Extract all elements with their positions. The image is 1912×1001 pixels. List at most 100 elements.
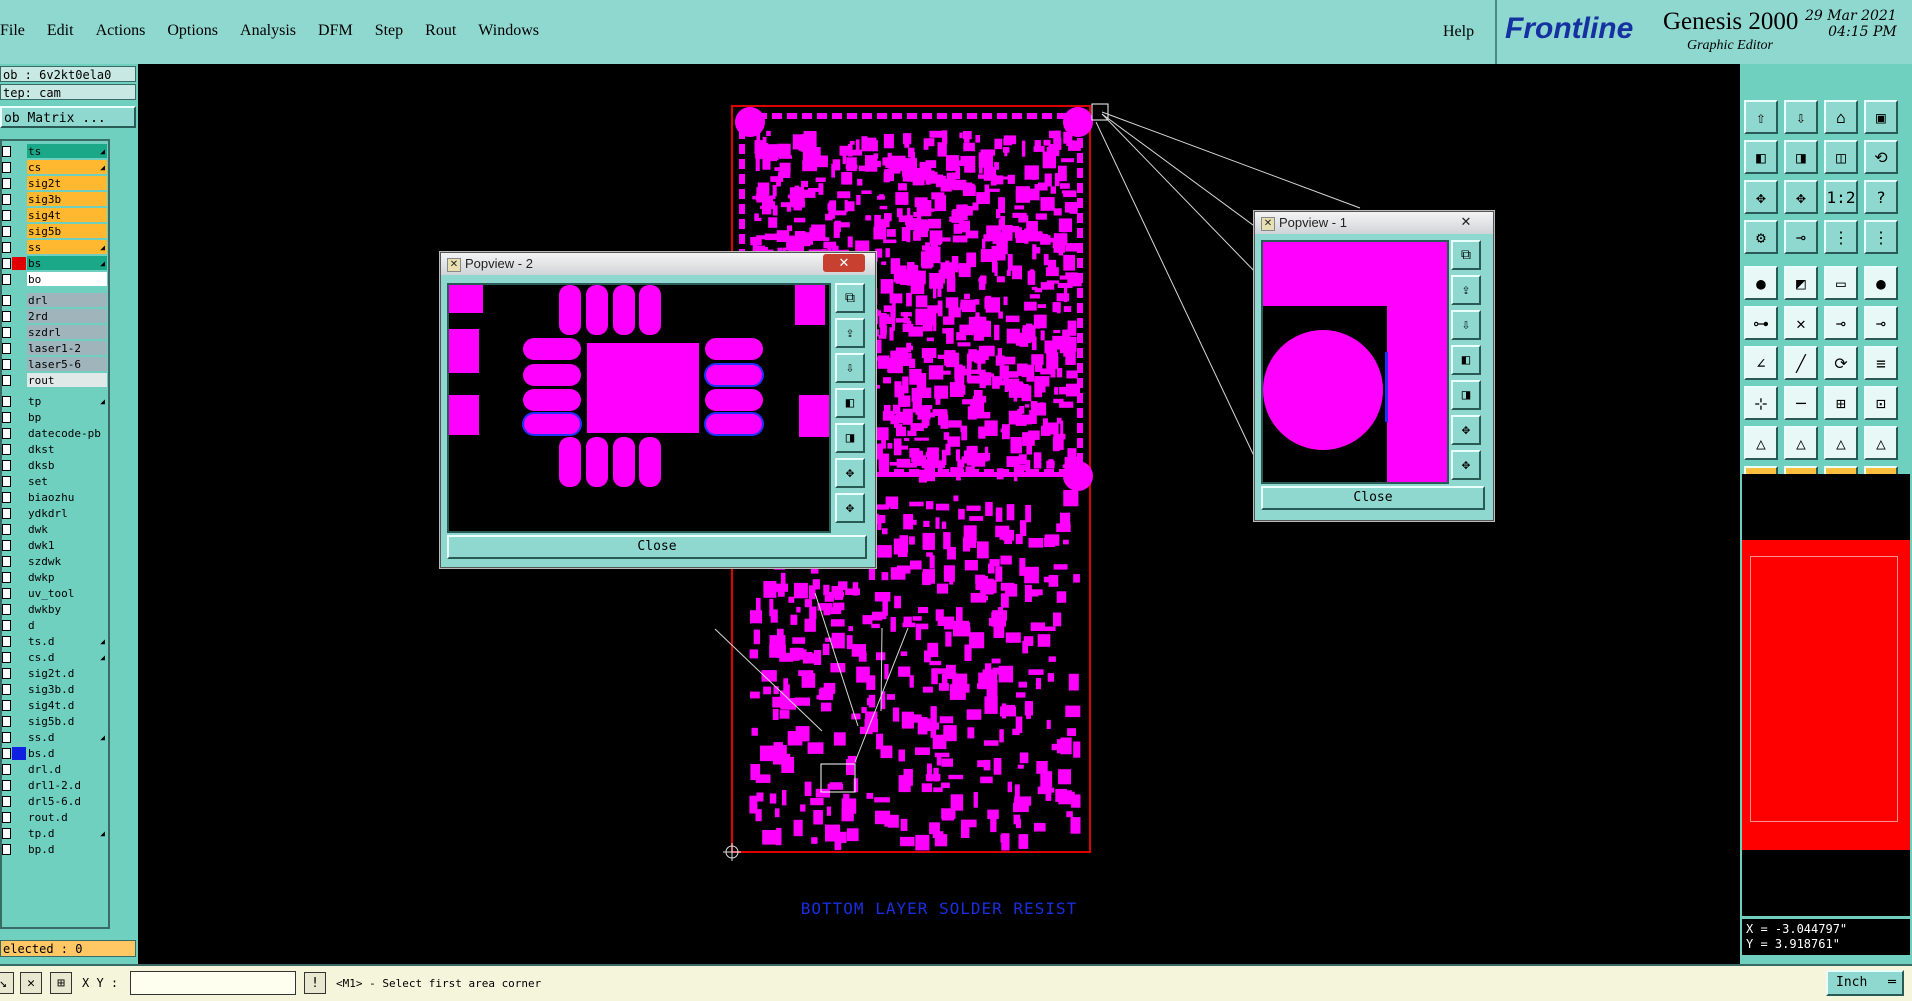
layer-row-sig2t.d[interactable]: sig2t.d <box>2 666 108 681</box>
zoom-fit-icon[interactable]: ✥ <box>1744 180 1778 214</box>
layer-checkbox[interactable] <box>2 764 11 775</box>
filter-icon[interactable]: ≡ <box>1864 346 1898 380</box>
house-icon[interactable]: ⌂ <box>1824 100 1858 134</box>
layer-name[interactable]: cs.d ◢ <box>27 650 107 664</box>
layer-checkbox[interactable] <box>2 295 11 306</box>
layer-color-swatch[interactable] <box>12 193 26 206</box>
layer-checkbox[interactable] <box>2 178 11 189</box>
menu-rout[interactable]: Rout <box>425 22 456 40</box>
layer-color-swatch[interactable] <box>12 358 26 371</box>
layer-row-ts[interactable]: ts ◢ <box>2 144 108 159</box>
layer-row-sig2t[interactable]: sig2t <box>2 176 108 191</box>
layer-name[interactable]: laser5-6 <box>27 357 107 371</box>
layer-checkbox[interactable] <box>2 620 11 631</box>
popview-1-window[interactable]: ✕ Popview - 1 ✕ ⧉ ⇪ ⇩ ◧ ◨ ✥ ✥ Close <box>1254 211 1494 521</box>
layers-a-icon[interactable]: ⋮ <box>1824 220 1858 254</box>
layer-checkbox[interactable] <box>2 476 11 487</box>
layer-name[interactable]: dwkby <box>27 602 107 616</box>
layer-color-swatch[interactable] <box>12 294 26 307</box>
layer-checkbox[interactable] <box>2 540 11 551</box>
layer-checkbox[interactable] <box>2 210 11 221</box>
layer-name[interactable]: dkst <box>27 442 107 456</box>
layer-row-tp[interactable]: tp ◢ <box>2 394 108 409</box>
layer-color-swatch[interactable] <box>12 779 26 792</box>
layer-row-ydkdrl[interactable]: ydkdrl <box>2 506 108 521</box>
layer-checkbox[interactable] <box>2 844 11 855</box>
layer-color-swatch[interactable] <box>12 491 26 504</box>
layer-name[interactable]: bs.d <box>27 746 107 760</box>
layer-name[interactable]: biaozhu <box>27 490 107 504</box>
layer-name[interactable]: sig4t <box>27 208 107 222</box>
layer-row-drl[interactable]: drl <box>2 293 108 308</box>
layer-color-swatch[interactable] <box>12 177 26 190</box>
layer-checkbox[interactable] <box>2 668 11 679</box>
layer-color-swatch[interactable] <box>12 475 26 488</box>
layer-name[interactable]: dwkp <box>27 570 107 584</box>
layer-color-swatch[interactable] <box>12 310 26 323</box>
layer-row-drl5-6.d[interactable]: drl5-6.d <box>2 794 108 809</box>
layer-color-swatch[interactable] <box>12 795 26 808</box>
layer-name[interactable]: bp <box>27 410 107 424</box>
tri-b-icon[interactable]: △ <box>1784 426 1818 460</box>
menu-windows[interactable]: Windows <box>478 22 539 40</box>
layer-color-swatch[interactable] <box>12 209 26 222</box>
layer-color-swatch[interactable] <box>12 667 26 680</box>
settings-icon[interactable]: ⚙ <box>1744 220 1778 254</box>
layer-checkbox[interactable] <box>2 748 11 759</box>
home-icon[interactable]: ⇧ <box>1744 100 1778 134</box>
window-icon[interactable]: ▣ <box>1864 100 1898 134</box>
overview-map[interactable] <box>1742 540 1910 850</box>
layer-checkbox[interactable] <box>2 588 11 599</box>
layer-checkbox[interactable] <box>2 242 11 253</box>
layer-row-bp[interactable]: bp <box>2 410 108 425</box>
layer-row-dksb[interactable]: dksb <box>2 458 108 473</box>
layer-row-sig5b[interactable]: sig5b <box>2 224 108 239</box>
layer-checkbox[interactable] <box>2 359 11 370</box>
layer-row-bp.d[interactable]: bp.d <box>2 842 108 857</box>
layer-name[interactable]: drl5-6.d <box>27 794 107 808</box>
up-icon[interactable]: ⇪ <box>835 318 865 348</box>
layer-name[interactable]: sig3b <box>27 192 107 206</box>
layer-row-rout.d[interactable]: rout.d <box>2 810 108 825</box>
layer-name[interactable]: bs ◢ <box>27 256 107 270</box>
alert-icon[interactable]: ! <box>304 972 326 994</box>
layer-row-bs[interactable]: bs ◢ <box>2 256 108 271</box>
pan-icon[interactable]: ✥ <box>1451 450 1481 480</box>
layer-row-sig4t[interactable]: sig4t <box>2 208 108 223</box>
layer-color-swatch[interactable] <box>12 747 26 760</box>
menu-actions[interactable]: Actions <box>96 22 146 40</box>
pan-icon[interactable]: ✥ <box>1784 180 1818 214</box>
layer-color-swatch[interactable] <box>12 342 26 355</box>
pad-icon[interactable]: ● <box>1744 266 1778 300</box>
xy-input[interactable] <box>130 971 296 995</box>
layer-checkbox[interactable] <box>2 508 11 519</box>
frame-icon[interactable]: ⊡ <box>1864 386 1898 420</box>
menu-analysis[interactable]: Analysis <box>240 22 296 40</box>
table-icon[interactable]: ⊞ <box>1824 386 1858 420</box>
slash-icon[interactable]: ╱ <box>1784 346 1818 380</box>
layer-name[interactable]: drl1-2.d <box>27 778 107 792</box>
layer-row-cs[interactable]: cs ◢ <box>2 160 108 175</box>
layer-name[interactable]: datecode-pb <box>27 426 107 440</box>
link2-icon[interactable]: ⊸ <box>1864 306 1898 340</box>
layer-color-swatch[interactable] <box>12 257 26 270</box>
layer-checkbox[interactable] <box>2 556 11 567</box>
layer-name[interactable]: drl <box>27 293 107 307</box>
layer-color-swatch[interactable] <box>12 427 26 440</box>
cross-icon[interactable]: ⊹ <box>1744 386 1778 420</box>
up-icon[interactable]: ⇪ <box>1451 275 1481 305</box>
layer-checkbox[interactable] <box>2 524 11 535</box>
units-select[interactable]: Inch ═ <box>1826 970 1904 996</box>
layer-name[interactable]: tp.d ◢ <box>27 826 107 840</box>
layer-name[interactable]: dksb <box>27 458 107 472</box>
move-left-icon[interactable]: ◧ <box>1744 140 1778 174</box>
layer-color-swatch[interactable] <box>12 225 26 238</box>
layer-checkbox[interactable] <box>2 327 11 338</box>
layer-color-swatch[interactable] <box>12 523 26 536</box>
layer-row-dwk[interactable]: dwk <box>2 522 108 537</box>
layer-name[interactable]: bo <box>27 272 107 286</box>
layer-row-2rd[interactable]: 2rd <box>2 309 108 324</box>
layer-color-swatch[interactable] <box>12 326 26 339</box>
layer-row-datecode-pb[interactable]: datecode-pb <box>2 426 108 441</box>
layer-checkbox[interactable] <box>2 258 11 269</box>
